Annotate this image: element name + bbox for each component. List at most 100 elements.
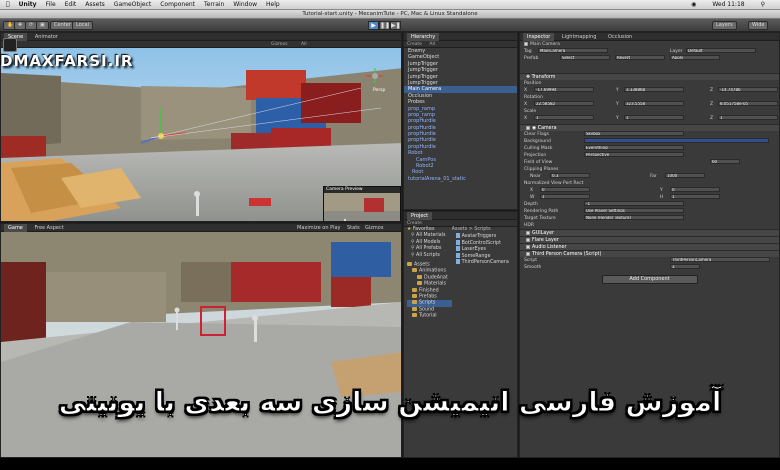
rotation-x-field[interactable]: 22.58582: [534, 101, 594, 106]
layers-dropdown[interactable]: Layers: [712, 21, 737, 30]
component-enabled-checkbox[interactable]: [526, 244, 530, 249]
camera-enabled-checkbox[interactable]: [526, 125, 530, 130]
favorite-item[interactable]: ⚲ All Scripts: [407, 253, 452, 259]
asset-folder-item[interactable]: Animations: [407, 268, 452, 274]
tab-animator[interactable]: Animator: [31, 33, 62, 41]
layer-dropdown[interactable]: Default: [686, 48, 756, 53]
pause-button[interactable]: ❚❚: [379, 21, 390, 30]
stats-toggle[interactable]: Stats: [347, 224, 360, 232]
project-create-button[interactable]: Create: [407, 221, 422, 226]
position-x-field[interactable]: -17.69994: [534, 87, 594, 92]
camera-property-value[interactable]: Use Player Settings: [584, 208, 684, 213]
component-enabled-checkbox[interactable]: [526, 251, 530, 256]
wifi-icon[interactable]: ◉: [691, 1, 696, 8]
camera-property-value[interactable]: None (Render Texture): [584, 215, 684, 220]
position-y-field[interactable]: 3.338868: [624, 87, 684, 92]
smooth-field[interactable]: 3: [670, 264, 700, 269]
rotation-z-field[interactable]: 8.051758e-05: [718, 101, 778, 106]
camera-property-value[interactable]: -1: [584, 201, 684, 206]
camera-property-label: Rendering Path: [524, 209, 559, 214]
tag-dropdown[interactable]: MainCamera: [538, 48, 608, 53]
transform-header[interactable]: ✥ Transform: [520, 73, 779, 80]
tab-project[interactable]: Project: [407, 212, 433, 220]
camera-header[interactable]: ◉ Camera: [520, 124, 779, 131]
menu-app[interactable]: Unity: [19, 1, 37, 8]
maximize-on-play-toggle[interactable]: Maximize on Play: [297, 224, 341, 232]
tab-game[interactable]: Game: [4, 224, 27, 232]
scene-view[interactable]: Persp Camera Preview: [1, 38, 401, 221]
folder-icon: [412, 268, 417, 273]
bottom-bar: [0, 458, 780, 470]
layer-label: Layer: [670, 49, 683, 54]
hierarchy-item[interactable]: tutorialArena_01_static: [404, 176, 517, 182]
menu-gameobject[interactable]: GameObject: [114, 1, 151, 8]
folder-icon: [412, 293, 417, 298]
tab-occlusion[interactable]: Occlusion: [604, 33, 636, 41]
camera-property-value[interactable]: [584, 138, 769, 143]
viewport-h-field[interactable]: 1: [670, 194, 720, 199]
scale-y-field[interactable]: 1: [624, 115, 684, 120]
camera-property-value[interactable]: Perspective: [584, 152, 684, 157]
pivot-local-button[interactable]: Local: [72, 21, 93, 30]
viewport-y-field[interactable]: 0: [670, 187, 720, 192]
menu-assets[interactable]: Assets: [85, 1, 105, 8]
gizmos-dropdown[interactable]: Gizmos: [271, 41, 288, 48]
position-z-field[interactable]: -14.74786: [718, 87, 778, 92]
spotlight-icon[interactable]: ⚲: [761, 1, 765, 8]
hierarchy-search-input[interactable]: All: [429, 42, 435, 47]
scene-options-strip: RGB Gizmos All: [1, 41, 401, 48]
step-button[interactable]: ▶❚: [390, 21, 401, 30]
object-name[interactable]: Main Camera: [530, 42, 560, 47]
scale-tool-button[interactable]: ▣: [36, 21, 49, 30]
prefab-revert-button[interactable]: Revert: [615, 55, 665, 60]
camera-preview-render: [324, 193, 400, 221]
camera-property-value[interactable]: 60: [710, 159, 740, 164]
position-row: X -17.69994 Y 3.338868 Z -14.74786: [520, 87, 779, 94]
viewport-x-field[interactable]: 0: [540, 187, 590, 192]
scene-search-input[interactable]: All: [301, 41, 307, 48]
game-gizmos-dropdown[interactable]: Gizmos: [365, 224, 383, 232]
menu-edit[interactable]: Edit: [65, 1, 77, 8]
camera-property-label: Projection: [524, 153, 547, 158]
component-header[interactable]: Flare Layer: [520, 236, 779, 243]
add-component-button[interactable]: Add Component: [601, 275, 698, 284]
aspect-dropdown[interactable]: Free Aspect: [34, 225, 63, 231]
camera-property-row: Background: [520, 138, 779, 145]
layout-dropdown[interactable]: Wide: [748, 21, 769, 30]
folder-icon: [412, 300, 417, 305]
rotation-y-field[interactable]: 323.5558: [624, 101, 684, 106]
menu-terrain[interactable]: Terrain: [204, 1, 224, 8]
viewport-w-field[interactable]: 1: [540, 194, 590, 199]
menu-window[interactable]: Window: [233, 1, 257, 8]
script-file-item[interactable]: ThirdPersonCamera: [452, 258, 517, 265]
tab-lightmapping[interactable]: Lightmapping: [558, 33, 601, 41]
clock[interactable]: Wed 11:18: [712, 1, 744, 8]
menu-help[interactable]: Help: [266, 1, 280, 8]
scale-z-field[interactable]: 1: [718, 115, 778, 120]
apple-icon[interactable]: : [6, 1, 10, 8]
camera-property-label: Background: [524, 139, 551, 144]
component-enabled-checkbox[interactable]: [526, 237, 530, 242]
hierarchy-create-button[interactable]: Create: [407, 42, 422, 47]
tab-hierarchy[interactable]: Hierarchy: [407, 33, 440, 41]
component-enabled-checkbox[interactable]: [526, 230, 530, 235]
camera-property-value[interactable]: Everything: [584, 145, 684, 150]
camera-preview: Camera Preview: [323, 186, 401, 221]
prefab-select-button[interactable]: Select: [560, 55, 610, 60]
unity-toolbar: ✋ ✥ ⟳ ▣ Center Local ▶ ❚❚ ▶❚ Layers Wide: [0, 19, 780, 32]
scale-x-field[interactable]: 1: [534, 115, 594, 120]
asset-folder-item[interactable]: Tutorial: [407, 313, 452, 319]
play-button[interactable]: ▶: [368, 21, 379, 30]
script-field[interactable]: ThirdPersonCamera: [670, 257, 770, 262]
component-header[interactable]: Third Person Camera (Script): [520, 250, 779, 257]
menu-file[interactable]: File: [46, 1, 56, 8]
near-field[interactable]: 0.3: [550, 173, 590, 178]
component-header[interactable]: Audio Listener: [520, 243, 779, 250]
camera-property-value[interactable]: Skybox: [584, 131, 684, 136]
far-field[interactable]: 1000: [665, 173, 705, 178]
component-header[interactable]: GUILayer: [520, 229, 779, 236]
tab-inspector[interactable]: Inspector: [523, 33, 555, 41]
menu-component[interactable]: Component: [160, 1, 195, 8]
object-active-checkbox[interactable]: [524, 41, 528, 46]
prefab-apply-button[interactable]: Apply: [670, 55, 720, 60]
